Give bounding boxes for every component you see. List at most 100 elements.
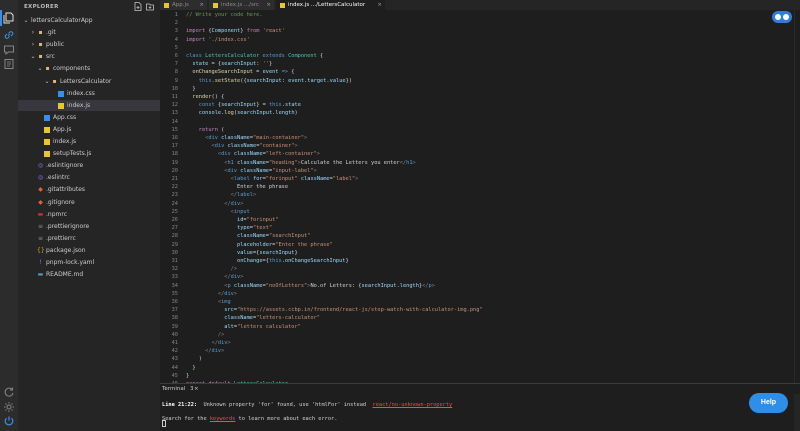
tree-item[interactable]: ⌄ ▪ LettersCalculator xyxy=(18,76,160,87)
editor-scrollbar[interactable] xyxy=(794,10,800,383)
tree-item-label: index.js xyxy=(53,138,77,145)
code-token: div xyxy=(230,274,241,281)
tree-item[interactable]: ▬ README.md xyxy=(18,269,160,280)
tab-index-js-src[interactable]: index.js .../src × xyxy=(209,0,275,10)
tree-item[interactable]: ≡ .prettierrc xyxy=(18,233,160,244)
tree-item[interactable]: App.css xyxy=(18,112,160,123)
active-view-marker xyxy=(0,10,2,26)
tree-item-label: README.md xyxy=(46,271,84,279)
terminal-scrollbar[interactable] xyxy=(794,394,800,431)
code-token: "container" xyxy=(259,143,295,150)
refresh-icon[interactable] xyxy=(3,386,15,398)
terminal-tab[interactable]: Terminal 3 xyxy=(162,385,194,393)
chevron-down-icon[interactable]: ⌄ xyxy=(30,51,36,62)
line-number: 28 xyxy=(171,233,178,240)
help-button[interactable]: Help xyxy=(749,393,788,413)
code-editor[interactable]: 1// Write your code here. 2 3 import {Comp… xyxy=(160,10,800,395)
new-file-icon[interactable] xyxy=(134,2,142,11)
tree-item[interactable]: ◆ .gitattributes xyxy=(18,184,160,195)
tree-item[interactable]: index.css xyxy=(18,88,160,99)
error-rule-link[interactable]: react/no-unknown-property xyxy=(373,402,453,408)
code-token: > xyxy=(313,167,317,174)
tree-item[interactable]: index.js xyxy=(18,99,160,111)
line-number: 30 xyxy=(171,249,178,256)
close-icon[interactable]: × xyxy=(194,385,199,393)
code-token: './index.css' xyxy=(208,36,250,43)
tree-item[interactable]: ! pnpm-lock.yaml xyxy=(18,257,160,268)
tree-item[interactable]: › ▪ public xyxy=(18,39,160,50)
line-number: 4 xyxy=(174,36,178,43)
notes-icon[interactable] xyxy=(3,58,15,70)
tree-item[interactable]: App.js xyxy=(18,124,160,135)
link-icon[interactable] xyxy=(3,29,15,41)
code-token: "forinput" xyxy=(246,217,279,223)
chevron-right-icon[interactable]: › xyxy=(30,39,36,50)
line-number: 1 xyxy=(174,12,178,18)
tree-item-label: .gitattributes xyxy=(46,186,86,194)
tree-item[interactable]: ⌄▪lettersCalculatorApp xyxy=(18,15,160,26)
tree-item[interactable]: ⌄ ▪ components xyxy=(18,63,160,74)
line-number: 25 xyxy=(171,208,178,215)
code-text: } xyxy=(186,364,195,372)
tree-item[interactable]: ◎ .eslintignore xyxy=(18,160,160,171)
tree-item[interactable]: index.js xyxy=(18,136,160,147)
code-token: img xyxy=(221,299,231,305)
chevron-down-icon[interactable]: ⌄ xyxy=(23,15,29,26)
tree-item[interactable]: setupTests.js xyxy=(18,148,160,159)
tree-item-label: .eslintrc xyxy=(46,174,70,182)
live-share-toggle[interactable] xyxy=(772,11,792,23)
tree-item[interactable]: ▬ .npmrc xyxy=(18,209,160,220)
tree-item-label: index.css xyxy=(67,89,95,97)
explorer-sidebar: EXPLORER ⌄▪lettersCalculatorApp›▪.git›▪p… xyxy=(18,0,160,431)
code-text: onChangeSearchInput = event => { xyxy=(186,68,294,76)
chevron-right-icon[interactable]: › xyxy=(30,27,36,38)
close-icon[interactable]: × xyxy=(199,0,204,10)
chat-icon[interactable] xyxy=(3,44,15,56)
keywords-link[interactable]: keywords xyxy=(210,416,236,422)
yaml-file-icon: ! xyxy=(39,259,42,266)
code-token: ) xyxy=(186,356,202,363)
code-token: state xyxy=(192,61,212,68)
gear-icon[interactable] xyxy=(3,401,15,413)
code-token: { xyxy=(319,53,324,59)
new-folder-icon[interactable] xyxy=(146,2,154,11)
code-token: target xyxy=(307,77,327,84)
tab-label: App.js xyxy=(172,2,189,8)
terminal-panel: Terminal 3 × Line 21:22: Unknown propert… xyxy=(160,383,800,431)
code-text: <div className="main-container"> xyxy=(186,134,307,142)
code-token: div xyxy=(208,135,222,141)
chevron-down-icon[interactable]: ⌄ xyxy=(44,76,50,87)
code-token: this xyxy=(268,102,282,109)
power-icon[interactable] xyxy=(3,415,15,427)
code-text: <input xyxy=(186,208,250,216)
code-token: ) xyxy=(294,110,298,117)
line-number: 18 xyxy=(171,151,178,158)
tree-item[interactable]: › ▪ .git xyxy=(18,27,160,38)
chevron-down-icon[interactable]: ⌄ xyxy=(37,63,43,74)
code-token: Calculate the Letters you enter xyxy=(300,159,400,166)
tree-item[interactable]: ◆ .gitignore xyxy=(18,197,160,208)
code-token: "searchInput" xyxy=(268,233,311,240)
line-number: 45 xyxy=(171,372,178,379)
close-icon[interactable]: × xyxy=(377,0,382,10)
explorer-icon[interactable] xyxy=(3,12,15,24)
tree-item[interactable]: ≡ .prettierignore xyxy=(18,221,160,232)
close-icon[interactable]: × xyxy=(266,0,271,10)
tree-item-label: App.css xyxy=(53,113,77,121)
tree-item[interactable]: {} package.json xyxy=(18,245,160,256)
code-text: Enter the phrase xyxy=(186,183,288,191)
code-token: import xyxy=(186,28,209,35)
tree-item[interactable]: ◎ .eslintrc xyxy=(18,172,160,183)
error-message: Unknown property 'for' found, use 'htmlF… xyxy=(197,402,373,408)
tab-app-js[interactable]: App.js × xyxy=(160,0,208,10)
tab-index-js-letterscalculator[interactable]: index.js .../LettersCalculator × xyxy=(276,0,386,10)
code-token: } xyxy=(294,249,298,256)
tree-item[interactable]: ⌄ ▪ src xyxy=(18,51,160,62)
code-token: "forinput" xyxy=(265,176,301,182)
explorer-title: EXPLORER xyxy=(24,4,59,10)
